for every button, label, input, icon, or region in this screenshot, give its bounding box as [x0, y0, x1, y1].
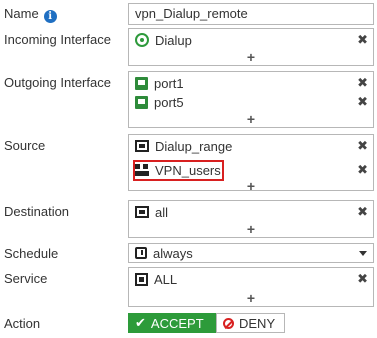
incoming-interface-item[interactable]: Dialup: [135, 31, 192, 49]
schedule-label: Schedule: [4, 246, 59, 261]
service-label: Service: [4, 271, 48, 286]
outgoing-interface-label: Outgoing Interface: [4, 75, 111, 90]
port-icon: [135, 76, 148, 90]
source-field[interactable]: Dialup_range ✖ VPN_users ✖ +: [128, 134, 374, 193]
add-icon[interactable]: +: [129, 222, 373, 236]
outgoing-interface-item[interactable]: port5: [135, 93, 184, 111]
source-item-label: VPN_users: [155, 162, 221, 178]
destination-item-label: all: [155, 204, 169, 220]
remove-icon[interactable]: ✖: [357, 31, 368, 49]
destination-field[interactable]: all ✖ +: [128, 200, 374, 238]
add-icon[interactable]: +: [129, 291, 373, 305]
outgoing-interface-item-label: port5: [154, 94, 184, 110]
service-icon: [135, 272, 148, 286]
chevron-down-icon[interactable]: [359, 251, 367, 256]
action-label: Action: [4, 316, 41, 331]
source-item[interactable]: VPN_users: [135, 161, 221, 179]
add-icon[interactable]: +: [129, 50, 373, 64]
incoming-interface-label: Incoming Interface: [4, 32, 111, 47]
remove-icon[interactable]: ✖: [357, 74, 368, 92]
service-item-label: ALL: [154, 271, 178, 287]
check-icon: ✔: [135, 315, 146, 330]
name-label: Name i: [4, 6, 57, 23]
remove-icon[interactable]: ✖: [357, 93, 368, 111]
schedule-select[interactable]: always: [128, 243, 374, 263]
destination-item[interactable]: all: [135, 203, 168, 221]
name-input[interactable]: vpn_Dialup_remote: [128, 3, 374, 25]
add-icon[interactable]: +: [129, 112, 373, 126]
source-label: Source: [4, 138, 46, 153]
schedule-icon: [135, 247, 147, 259]
user-group-icon: [135, 163, 149, 177]
service-item[interactable]: ALL: [135, 270, 177, 288]
incoming-interface-item-label: Dialup: [155, 32, 192, 48]
outgoing-interface-field[interactable]: port1 ✖ port5 ✖ +: [128, 71, 374, 128]
port-icon: [135, 95, 148, 109]
destination-label: Destination: [4, 204, 70, 219]
deny-icon: [223, 317, 234, 329]
add-icon[interactable]: +: [129, 179, 373, 193]
info-icon[interactable]: i: [43, 10, 57, 23]
deny-button[interactable]: DENY: [216, 313, 285, 333]
accept-button-label: ACCEPT: [150, 315, 204, 331]
schedule-value: always: [135, 244, 193, 262]
incoming-interface-field[interactable]: Dialup ✖ +: [128, 28, 374, 66]
schedule-value-label: always: [153, 245, 193, 261]
dialup-interface-icon: [135, 33, 149, 47]
remove-icon[interactable]: ✖: [357, 161, 368, 179]
remove-icon[interactable]: ✖: [357, 137, 368, 155]
outgoing-interface-item-label: port1: [154, 75, 184, 91]
remove-icon[interactable]: ✖: [357, 270, 368, 288]
source-item-label: Dialup_range: [155, 138, 233, 154]
name-label-text: Name: [4, 6, 39, 21]
service-field[interactable]: ALL ✖ +: [128, 267, 374, 307]
outgoing-interface-item[interactable]: port1: [135, 74, 184, 92]
accept-button[interactable]: ✔ ACCEPT: [128, 313, 216, 333]
deny-button-label: DENY: [239, 315, 276, 331]
address-range-icon: [135, 140, 149, 152]
address-icon: [135, 206, 149, 218]
source-item[interactable]: Dialup_range: [135, 137, 232, 155]
remove-icon[interactable]: ✖: [357, 203, 368, 221]
